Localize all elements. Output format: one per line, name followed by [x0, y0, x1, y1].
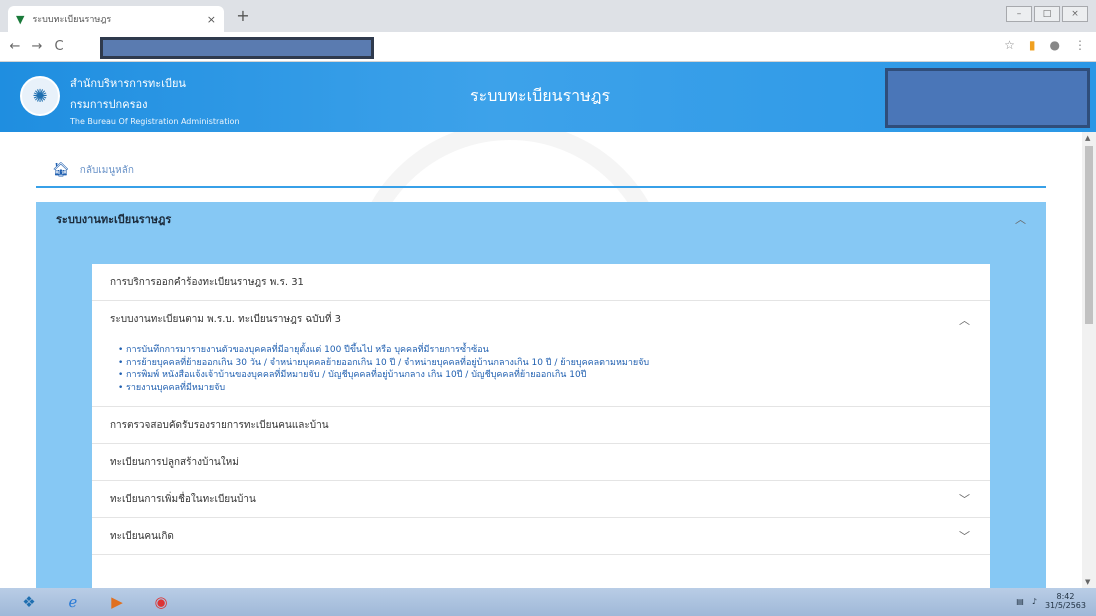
panel-title: ระบบงานทะเบียนราษฎร: [56, 213, 172, 226]
clock-time: 8:42: [1056, 592, 1075, 601]
submenu-link[interactable]: รายงานบุคคลที่มีหมายจับ: [118, 382, 990, 395]
menu-row-registration-act-3[interactable]: ระบบงานทะเบียนตาม พ.ร.บ. ทะเบียนราษฎร ฉบ…: [92, 301, 990, 338]
new-tab-button[interactable]: +: [232, 6, 254, 25]
browser-tab[interactable]: ▼ ระบบทะเบียนราษฎร ×: [8, 6, 224, 32]
clock-date: 31/5/2563: [1044, 601, 1086, 610]
extension-icon[interactable]: ▮: [1029, 38, 1036, 52]
chevron-up-icon[interactable]: ︿: [1015, 211, 1026, 227]
browser-tab-bar: ▼ ระบบทะเบียนราษฎร × + – □ ×: [0, 0, 1096, 32]
menu-row-request-form[interactable]: การบริการออกคำร้องทะเบียนราษฎร พ.ร. 31: [92, 264, 990, 301]
org-name-line2: กรมการปกครอง: [70, 98, 148, 111]
home-icon[interactable]: 🏠︎: [52, 162, 70, 178]
system-tray: ▤ ♪ 8:42 31/5/2563: [1016, 592, 1086, 610]
panel-header[interactable]: ระบบงานทะเบียนราษฎร ︿: [36, 202, 1046, 236]
chevron-down-icon[interactable]: ﹀: [959, 528, 970, 544]
minimize-button[interactable]: –: [1006, 6, 1032, 22]
chevron-down-icon[interactable]: ﹀: [959, 491, 970, 507]
menu-card: การบริการออกคำร้องทะเบียนราษฎร พ.ร. 31 ร…: [92, 264, 990, 588]
submenu-link[interactable]: การบันทึกการมารายงานตัวของบุคคลที่มีอายุ…: [118, 344, 990, 357]
site-favicon-icon: ▼: [16, 12, 25, 26]
menu-row-label: ทะเบียนการปลูกสร้างบ้านใหม่: [110, 456, 239, 468]
menu-row-new-house[interactable]: ทะเบียนการปลูกสร้างบ้านใหม่: [92, 444, 990, 481]
submenu-link[interactable]: การพิมพ์ หนังสือแจ้งเจ้าบ้านของบุคคลที่ม…: [118, 369, 990, 382]
breadcrumb[interactable]: 🏠︎ กลับเมนูหลัก: [52, 162, 134, 178]
bookmark-star-icon[interactable]: ☆: [1004, 38, 1015, 52]
home-link[interactable]: กลับเมนูหลัก: [80, 163, 134, 178]
internet-explorer-icon[interactable]: ℯ: [58, 591, 88, 613]
start-button-icon[interactable]: ❖: [14, 591, 44, 613]
close-window-button[interactable]: ×: [1062, 6, 1088, 22]
main-content: 🏠︎ กลับเมนูหลัก ระบบงานทะเบียนราษฎร ︿ กา…: [0, 132, 1082, 588]
media-player-icon[interactable]: ▶: [102, 591, 132, 613]
site-header: ✺ สำนักบริหารการทะเบียน กรมการปกครอง The…: [0, 62, 1096, 132]
menu-row-add-name[interactable]: ทะเบียนการเพิ่มชื่อในทะเบียนบ้าน ﹀: [92, 481, 990, 518]
menu-row-label: ทะเบียนการเพิ่มชื่อในทะเบียนบ้าน: [110, 493, 256, 505]
org-name-english: The Bureau Of Registration Administratio…: [70, 117, 240, 126]
scroll-up-icon[interactable]: ▲: [1085, 134, 1090, 142]
profile-avatar-icon[interactable]: ●: [1050, 38, 1060, 52]
menu-row-verify-records[interactable]: การตรวจสอบคัดรับรองรายการทะเบียนคนและบ้า…: [92, 407, 990, 444]
chevron-up-icon[interactable]: ︿: [959, 312, 970, 328]
redacted-user-info: [885, 68, 1090, 128]
address-bar-redacted[interactable]: [100, 37, 374, 59]
menu-row-label: ระบบงานทะเบียนตาม พ.ร.บ. ทะเบียนราษฎร ฉบ…: [110, 314, 342, 325]
menu-row-label: การตรวจสอบคัดรับรองรายการทะเบียนคนและบ้า…: [110, 419, 329, 431]
submenu-link[interactable]: การย้ายบุคคลที่ย้ายออกเกิน 30 วัน / จำหน…: [118, 357, 990, 370]
clock[interactable]: 8:42 31/5/2563: [1045, 592, 1086, 610]
back-button[interactable]: ←: [4, 39, 26, 54]
network-icon[interactable]: ▤: [1016, 597, 1024, 606]
toolbar-actions: ☆ ▮ ● ⋮: [1004, 38, 1086, 52]
scroll-down-icon[interactable]: ▼: [1085, 578, 1090, 586]
volume-icon[interactable]: ♪: [1032, 597, 1037, 606]
menu-row-label: ทะเบียนคนเกิด: [110, 530, 174, 542]
menu-row-birth[interactable]: ทะเบียนคนเกิด ﹀: [92, 518, 990, 555]
menu-kebab-icon[interactable]: ⋮: [1074, 38, 1086, 52]
windows-taskbar: ❖ ℯ ▶ ◉ ▤ ♪ 8:42 31/5/2563: [0, 588, 1096, 616]
browser-toolbar: ← → C ☆ ▮ ● ⋮: [0, 32, 1096, 62]
org-name-line1: สำนักบริหารการทะเบียน: [70, 77, 186, 90]
tab-title: ระบบทะเบียนราษฎร: [32, 15, 112, 25]
forward-button[interactable]: →: [26, 39, 48, 54]
scroll-thumb[interactable]: [1085, 146, 1093, 324]
department-seal-logo: ✺: [20, 76, 60, 116]
menu-row-label: การบริการออกคำร้องทะเบียนราษฎร พ.ร. 31: [110, 276, 304, 288]
submenu-links: การบันทึกการมารายงานตัวของบุคคลที่มีอายุ…: [92, 338, 990, 407]
registration-panel: ระบบงานทะเบียนราษฎร ︿ การบริการออกคำร้อง…: [36, 202, 1046, 588]
window-controls: – □ ×: [1006, 6, 1088, 22]
maximize-button[interactable]: □: [1034, 6, 1060, 22]
site-title: ระบบทะเบียนราษฎร: [470, 86, 611, 105]
page-scrollbar[interactable]: ▲ ▼: [1082, 132, 1096, 588]
breadcrumb-divider: [36, 186, 1046, 188]
organization-name: สำนักบริหารการทะเบียน กรมการปกครอง The B…: [70, 74, 240, 126]
tab-close-icon[interactable]: ×: [207, 13, 216, 26]
chrome-icon[interactable]: ◉: [146, 591, 176, 613]
reload-button[interactable]: C: [48, 39, 70, 54]
